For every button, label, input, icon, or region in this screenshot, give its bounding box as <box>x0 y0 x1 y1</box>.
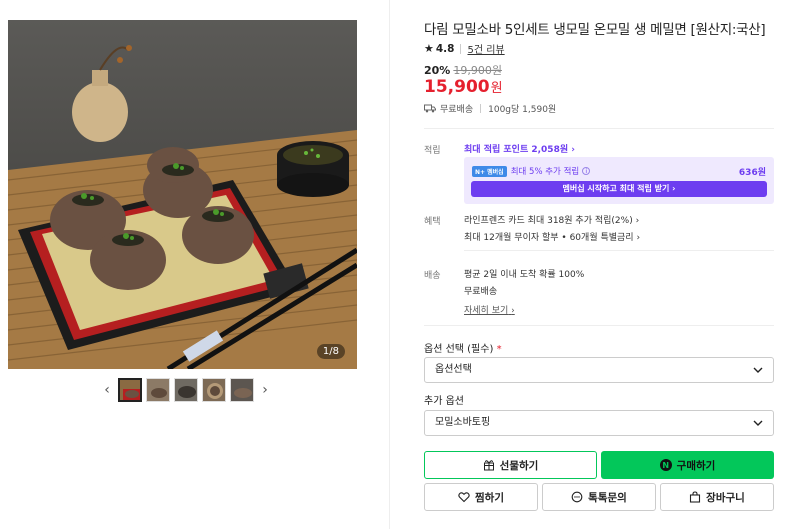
discount-rate: 20% <box>424 64 451 77</box>
buy-label: 구매하기 <box>676 459 716 472</box>
cart-label: 장바구니 <box>706 491 745 504</box>
delivery-estimate: 평균 2일 이내 도착 확률 100% <box>464 270 585 280</box>
membership-box: N+ 멤버십 최대 5% 추가 적립 i 636원 멤버십 시작하고 최대 적립… <box>464 157 774 204</box>
chevron-right-icon: › <box>636 233 641 243</box>
membership-text: 최대 5% 추가 적립 <box>510 167 580 177</box>
perk-card-item[interactable]: 라인프렌즈 카드 최대 318원 추가 적립(2%) › <box>464 213 774 226</box>
gift-label: 선물하기 <box>499 459 539 472</box>
chat-bubble-icon <box>571 491 583 503</box>
perks-label: 혜택 <box>424 217 441 227</box>
chevron-right-icon: › <box>672 184 676 193</box>
membership-button-label: 멤버십 시작하고 최대 적립 받기 <box>562 184 670 193</box>
thumbnail-4[interactable] <box>202 378 226 402</box>
delivery-more-link[interactable]: 자세히 보기 › <box>464 303 774 316</box>
delivery-more-text: 자세히 보기 <box>464 306 509 316</box>
thumbnail-strip: ‹ › <box>100 378 272 402</box>
points-label: 적립 <box>424 146 441 156</box>
perks-list: 라인프렌즈 카드 최대 318원 추가 적립(2%) › 최대 12개월 무이자… <box>464 213 774 243</box>
naver-pay-icon: N <box>659 459 672 471</box>
required-option-value: 옵션선택 <box>435 364 472 375</box>
required-option-label: 옵션 선택 (필수) <box>424 344 494 355</box>
thumbnail-image <box>231 379 253 401</box>
perk-installment-text: 최대 12개월 무이자 할부 • 60개월 특별금리 <box>464 233 634 243</box>
review-link[interactable]: 5건 리뷰 <box>467 41 504 56</box>
nplus-badge: N+ 멤버십 <box>472 165 507 177</box>
chevron-right-icon: › <box>571 145 575 155</box>
max-points-text: 최대 적립 포인트 2,058원 <box>464 145 569 155</box>
divider <box>424 128 774 129</box>
thumbnail-5[interactable] <box>230 378 254 402</box>
chevron-down-icon <box>753 420 763 426</box>
thumbnail-image <box>120 380 140 400</box>
thumbnail-image <box>175 379 197 401</box>
chevron-right-icon[interactable]: › <box>258 378 272 402</box>
perk-card-text: 라인프렌즈 카드 최대 318원 추가 적립(2%) <box>464 216 633 226</box>
chevron-left-icon[interactable]: ‹ <box>100 378 114 402</box>
chevron-right-icon: › <box>635 216 640 226</box>
wishlist-label: 찜하기 <box>475 491 504 504</box>
delivery-fee: 무료배송 <box>464 287 498 297</box>
original-price: 19,900원 <box>453 64 502 77</box>
thumbnail-1[interactable] <box>118 378 142 402</box>
thumbnail-image <box>203 379 225 401</box>
unit-price: 100g당 1,590원 <box>488 105 557 115</box>
shopping-bag-icon <box>690 491 701 503</box>
buy-button[interactable]: N 구매하기 <box>601 451 774 479</box>
discount-row: 20% 19,900원 <box>424 62 502 78</box>
thumbnail-2[interactable] <box>146 378 170 402</box>
main-product-image[interactable]: 1/8 <box>8 20 357 369</box>
heart-icon <box>458 492 470 503</box>
extra-option-select[interactable]: 모밀소바토핑 <box>424 410 774 436</box>
extra-option-title: 추가 옵션 <box>424 396 464 407</box>
gift-icon <box>483 460 494 471</box>
shipping-summary: 무료배송 100g당 1,590원 <box>424 102 556 115</box>
info-icon[interactable]: i <box>582 167 591 175</box>
secondary-actions: 찜하기 톡톡문의 장바구니 <box>424 483 774 511</box>
required-option-select[interactable]: 옵션선택 <box>424 357 774 383</box>
required-mark: * <box>496 344 502 355</box>
divider <box>464 250 774 251</box>
membership-start-button[interactable]: 멤버십 시작하고 최대 적립 받기 › <box>471 181 767 197</box>
image-counter: 1/8 <box>316 344 345 359</box>
cart-button[interactable]: 장바구니 <box>660 483 774 511</box>
thumbnail-image <box>147 379 169 401</box>
gift-button[interactable]: 선물하기 <box>424 451 597 479</box>
required-option-title: 옵션 선택 (필수) * <box>424 340 502 355</box>
shipping-fee: 무료배송 <box>440 105 474 115</box>
truck-icon <box>424 104 436 113</box>
delivery-label: 배송 <box>424 271 441 281</box>
price-unit: 원 <box>490 81 503 96</box>
talk-label: 톡톡문의 <box>588 491 627 504</box>
divider <box>460 43 462 54</box>
perk-installment-item[interactable]: 최대 12개월 무이자 할부 • 60개월 특별금리 › <box>464 230 774 243</box>
max-points-link[interactable]: 최대 적립 포인트 2,058원 › <box>464 142 575 155</box>
divider <box>424 325 774 326</box>
chevron-down-icon <box>753 367 763 373</box>
membership-info: N+ 멤버십 최대 5% 추가 적립 i <box>472 165 591 177</box>
price-value: 15,900 <box>424 77 490 97</box>
membership-amount: 636원 <box>738 168 766 178</box>
extra-option-value: 모밀소바토핑 <box>435 417 491 428</box>
divider <box>480 104 482 113</box>
primary-actions: 선물하기 N 구매하기 <box>424 451 774 479</box>
product-gallery: 1/8 ‹ › <box>0 0 390 529</box>
thumbnail-3[interactable] <box>174 378 198 402</box>
soba-photo <box>8 20 357 369</box>
talk-inquiry-button[interactable]: 톡톡문의 <box>542 483 656 511</box>
delivery-info: 평균 2일 이내 도착 확률 100% 무료배송 자세히 보기 › <box>464 267 774 316</box>
product-title: 다림 모밀소바 5인세트 냉모밀 온모밀 생 메밀면 [원산지:국산] <box>424 22 766 38</box>
rating-row: ★ 4.8 5건 리뷰 <box>424 41 505 56</box>
star-icon: ★ <box>424 42 434 55</box>
wishlist-button[interactable]: 찜하기 <box>424 483 538 511</box>
chevron-right-icon: › <box>511 306 515 316</box>
sale-price: 15,900 원 <box>424 77 503 97</box>
rating-value: 4.8 <box>435 42 455 55</box>
